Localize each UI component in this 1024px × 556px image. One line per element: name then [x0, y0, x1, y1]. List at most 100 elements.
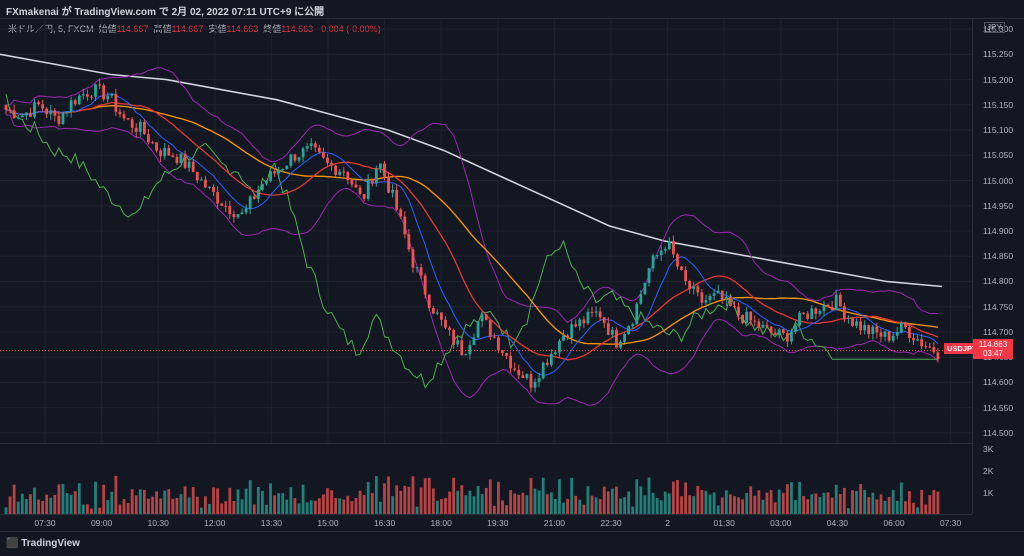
volume-bar: [566, 498, 569, 515]
candlestick-chart[interactable]: [0, 19, 972, 443]
volume-bar: [464, 495, 468, 515]
volume-bar: [558, 479, 561, 515]
volume-bar: [301, 484, 305, 515]
candle-body: [716, 290, 720, 294]
candle-body: [895, 332, 899, 336]
candle-body: [830, 306, 834, 311]
volume-bar: [895, 500, 899, 515]
chikou-span: [5, 93, 938, 389]
candle-body: [492, 336, 496, 338]
candle-body: [346, 172, 350, 181]
volume-bar: [236, 489, 240, 515]
candle-body: [167, 147, 171, 156]
candle-body: [232, 214, 236, 218]
candle-body: [419, 267, 423, 276]
volume-bar: [598, 499, 602, 515]
volume-bar: [851, 490, 854, 515]
volume-bar: [403, 485, 407, 515]
price-chart[interactable]: [0, 19, 972, 443]
candle-body: [334, 165, 338, 175]
candle-body: [533, 381, 537, 388]
volume-bar: [57, 484, 61, 515]
candle-body: [651, 255, 655, 269]
price-tick: 115.000: [983, 175, 1014, 186]
volume-bar: [790, 482, 793, 515]
volume-bar: [517, 494, 521, 515]
volume-bar: [134, 495, 138, 515]
volume-bar: [594, 497, 598, 515]
candle-body: [672, 241, 675, 255]
candle-body: [545, 362, 549, 365]
candle-body: [517, 369, 521, 376]
tradingview-logo[interactable]: ⬛ TradingView: [6, 538, 80, 549]
candle-body: [391, 190, 395, 193]
candle-body: [484, 314, 488, 321]
candle-body: [798, 312, 801, 326]
candle-body: [395, 190, 399, 210]
currency-label[interactable]: JPY: [984, 22, 1005, 33]
candle-body: [851, 317, 854, 326]
candle-body: [688, 280, 692, 290]
candle-body: [16, 117, 20, 119]
volume-bar: [448, 491, 451, 515]
candle-body: [623, 334, 626, 342]
volume-bar: [77, 483, 81, 515]
volume-pane[interactable]: [0, 443, 972, 515]
time-tick: 22:30: [600, 518, 622, 528]
publish-title: FXmakenai が TradingView.com で 2月 02, 202…: [6, 7, 325, 18]
candle-body: [130, 119, 134, 128]
candle-body: [647, 268, 651, 283]
candle-body: [65, 111, 69, 113]
candle-body: [126, 118, 130, 120]
candle-body: [549, 354, 553, 365]
volume-bar: [338, 498, 342, 515]
candle-body: [240, 212, 244, 215]
volume-bar: [41, 501, 45, 515]
candle-body: [244, 208, 248, 213]
candle-body: [142, 121, 146, 135]
volume-bar: [313, 500, 317, 515]
candle-body: [631, 324, 635, 327]
volume-bar: [476, 486, 480, 515]
price-axis[interactable]: 115.300 115.250 115.200 115.150 115.100 115.0…: [972, 19, 1024, 514]
volume-bar: [155, 491, 158, 515]
candle-body: [472, 337, 476, 346]
volume-bar: [553, 498, 557, 515]
candle-body: [741, 315, 744, 323]
volume-chart[interactable]: [0, 444, 972, 515]
volume-bar: [733, 496, 736, 515]
candle-body: [147, 134, 150, 143]
volume-bar: [16, 501, 20, 515]
volume-bar: [73, 491, 77, 515]
candle-body: [606, 323, 610, 335]
volume-bar: [932, 489, 936, 515]
brand-label: TradingView: [21, 538, 80, 549]
volume-bar: [533, 488, 537, 515]
candle-body: [350, 180, 354, 185]
volume-bar: [704, 490, 708, 515]
volume-bar: [513, 493, 517, 515]
candle-body: [790, 331, 793, 342]
candle-body: [297, 157, 301, 161]
candle-body: [842, 306, 846, 319]
candle-body: [212, 186, 215, 193]
volume-bar: [818, 497, 822, 515]
candle-body: [663, 249, 667, 251]
candle-body: [114, 93, 118, 112]
price-tick: 114.700: [983, 326, 1014, 337]
candle-body: [537, 378, 541, 382]
time-axis[interactable]: 07:30 09:00 10:30 12:00 13:30 15:00 16:30 18:00…: [0, 514, 972, 532]
candle-body: [655, 255, 659, 257]
candle-body: [289, 154, 293, 166]
candle-body: [667, 241, 671, 250]
volume-bar: [700, 490, 704, 515]
candle-body: [45, 108, 49, 115]
candle-body: [916, 339, 919, 341]
candle-body: [8, 110, 12, 112]
price-tick: 114.550: [983, 402, 1014, 413]
volume-bar: [326, 488, 329, 515]
candle-body: [248, 196, 252, 209]
volume-bar: [216, 488, 220, 515]
volume-bar: [720, 497, 724, 515]
volume-bar: [814, 493, 818, 515]
